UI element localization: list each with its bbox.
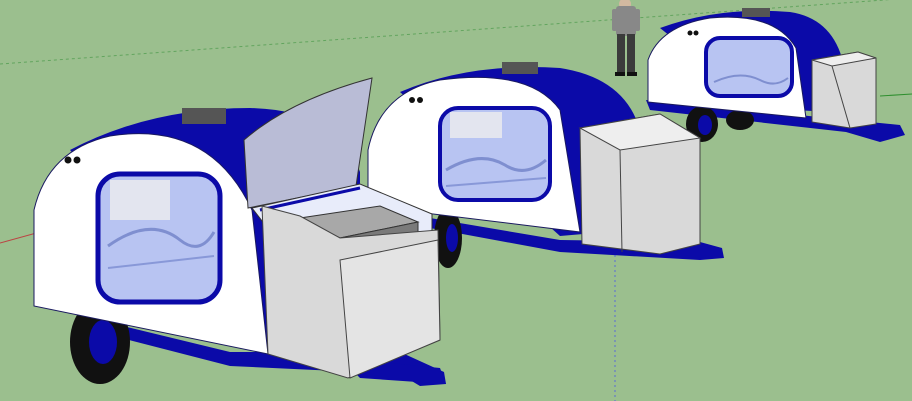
sketchup-scene: [0, 0, 912, 401]
front-trailer-hub: [89, 320, 117, 364]
middle-trailer-roof-vent: [502, 62, 538, 74]
back-trailer-window: [704, 36, 794, 98]
back-trailer-hub: [698, 115, 712, 135]
front-trailer-roof-vent: [182, 108, 226, 124]
back-trailer-roof-vent: [742, 8, 770, 17]
back-trailer-wheel-far: [726, 110, 754, 130]
